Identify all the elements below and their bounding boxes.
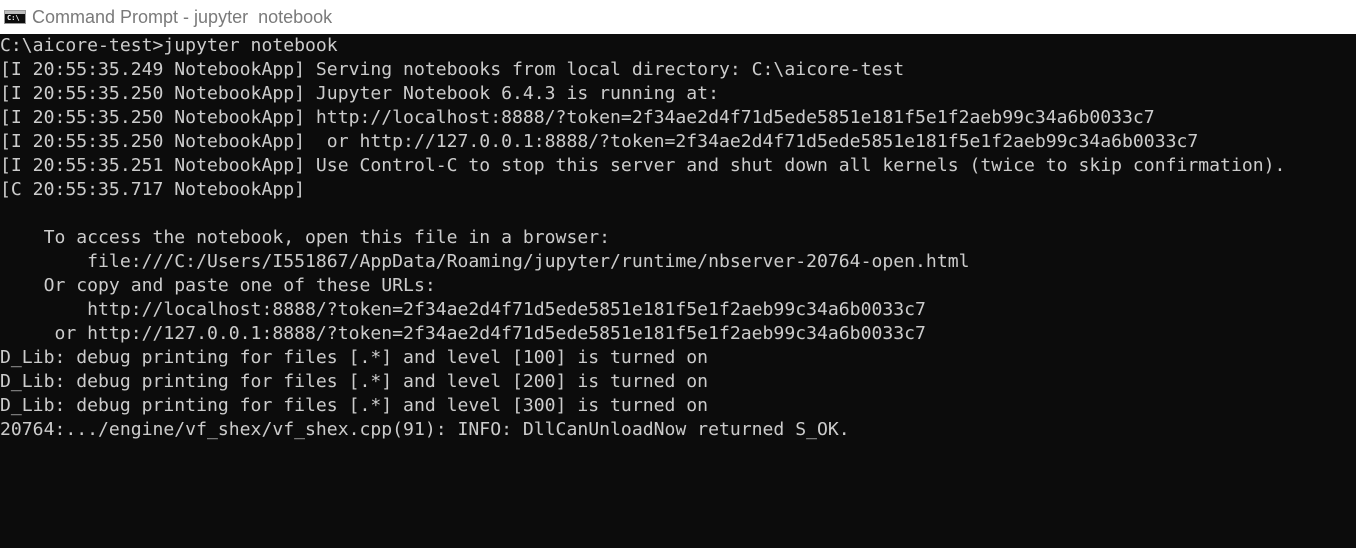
console-line: 20764:.../engine/vf_shex/vf_shex.cpp(91)…: [0, 419, 850, 440]
console-line: [I 20:55:35.250 NotebookApp] or http://1…: [0, 131, 1199, 152]
console-line: D_Lib: debug printing for files [.*] and…: [0, 371, 709, 392]
cmd-icon: C:\: [4, 10, 26, 24]
command-prompt-window: C:\ Command Prompt - jupyter notebook C:…: [0, 0, 1356, 548]
console-line: [C 20:55:35.717 NotebookApp]: [0, 179, 306, 200]
console-line: D_Lib: debug printing for files [.*] and…: [0, 347, 709, 368]
console-line: file:///C:/Users/I551867/AppData/Roaming…: [0, 251, 970, 272]
console-line: or http://127.0.0.1:8888/?token=2f34ae2d…: [0, 323, 926, 344]
console-line: [I 20:55:35.250 NotebookApp] http://loca…: [0, 107, 1155, 128]
window-title: Command Prompt - jupyter notebook: [32, 6, 333, 27]
console-line: [I 20:55:35.249 NotebookApp] Serving not…: [0, 59, 905, 80]
console-line: D_Lib: debug printing for files [.*] and…: [0, 395, 709, 416]
console-line: Or copy and paste one of these URLs:: [0, 275, 436, 296]
console-line: [I 20:55:35.251 NotebookApp] Use Control…: [0, 155, 1286, 176]
console-line: [I 20:55:35.250 NotebookApp] Jupyter Not…: [0, 83, 719, 104]
console-line: To access the notebook, open this file i…: [0, 227, 611, 248]
console-output[interactable]: C:\aicore-test>jupyter notebook [I 20:55…: [0, 34, 1356, 548]
console-line: http://localhost:8888/?token=2f34ae2d4f7…: [0, 299, 926, 320]
title-bar[interactable]: C:\ Command Prompt - jupyter notebook: [0, 0, 1356, 34]
console-line: C:\aicore-test>jupyter notebook: [0, 35, 338, 56]
